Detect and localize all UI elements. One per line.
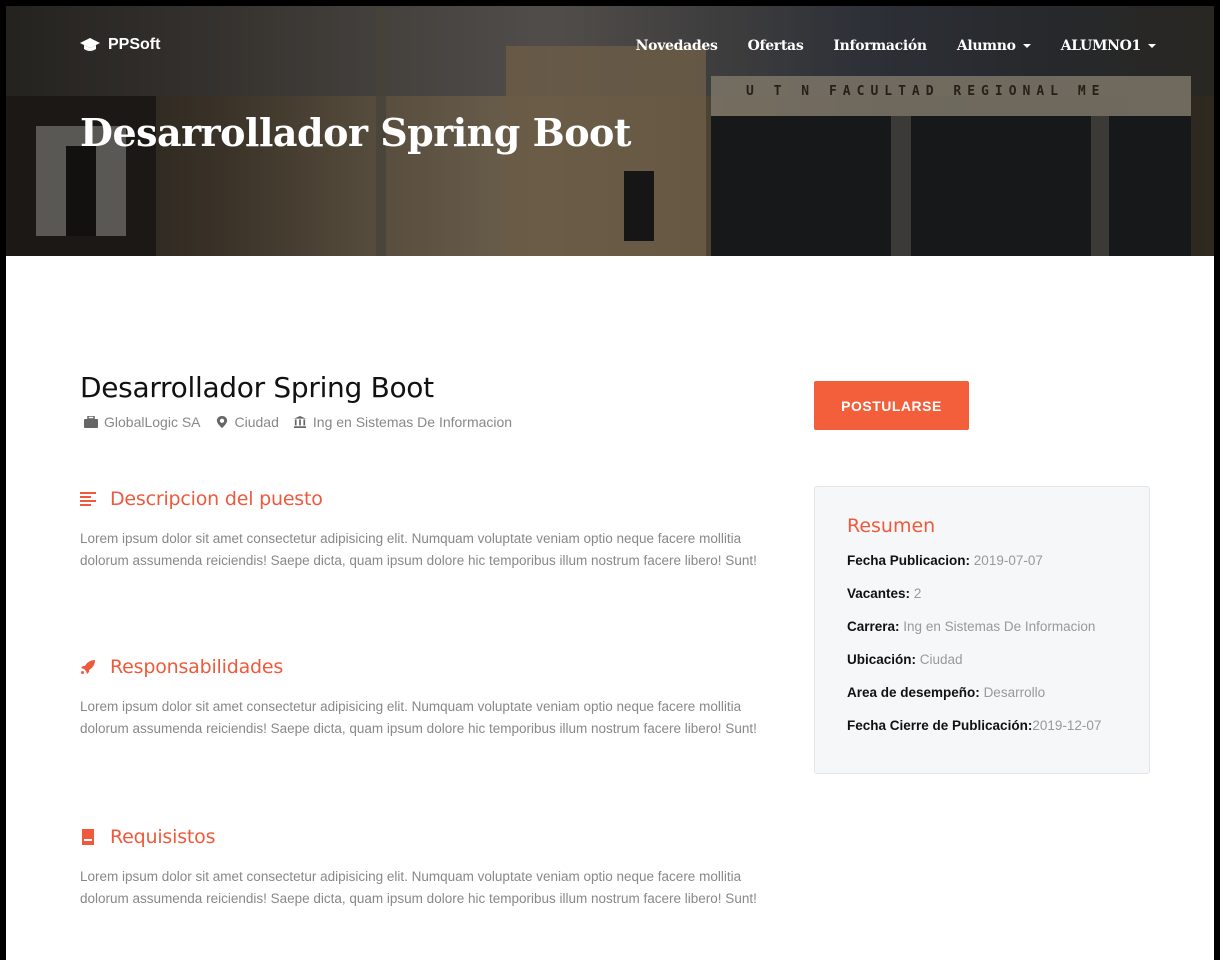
section-requisitos: Requisistos Lorem ipsum dolor sit amet c…	[80, 826, 780, 910]
navbar: PPSoft Novedades Ofertas Información Alu…	[6, 6, 1214, 66]
job-location: Ciudad	[215, 414, 279, 430]
summary-value: Desarrollo	[983, 685, 1046, 700]
summary-label: Vacantes:	[847, 586, 911, 601]
job-company: GlobalLogic SA	[84, 414, 201, 430]
summary-value: Ciudad	[919, 652, 963, 667]
section-text: Lorem ipsum dolor sit amet consectetur a…	[80, 699, 757, 736]
summary-carrera: Carrera: Ing en Sistemas De Informacion	[847, 617, 1149, 650]
summary-label: Fecha Cierre de Publicación:	[847, 718, 1033, 733]
summary-panel: Resumen Fecha Publicacion: 2019-07-07 Va…	[814, 486, 1150, 774]
brand-link[interactable]: PPSoft	[80, 36, 160, 54]
job-career: Ing en Sistemas De Informacion	[293, 414, 512, 430]
summary-label: Ubicación:	[847, 652, 917, 667]
nav-novedades[interactable]: Novedades	[636, 38, 718, 54]
nav-informacion[interactable]: Información	[833, 38, 927, 54]
section-title-text: Descripcion del puesto	[110, 488, 323, 510]
summary-value: 2	[913, 586, 922, 601]
job-career-label: Ing en Sistemas De Informacion	[312, 414, 513, 430]
summary-value: 2019-12-07	[1032, 718, 1102, 733]
nav-label: Novedades	[635, 38, 718, 54]
summary-fecha-cierre: Fecha Cierre de Publicación:2019-12-07	[847, 716, 1149, 749]
section-title: Requisistos	[80, 826, 780, 848]
main-nav: Novedades Ofertas Información Alumno ALU…	[636, 38, 1156, 54]
map-marker-icon	[216, 416, 227, 428]
summary-title: Resumen	[847, 515, 936, 537]
job-company-label: GlobalLogic SA	[104, 414, 201, 430]
nav-label: ALUMNO1	[1060, 38, 1142, 54]
main-content: Desarrollador Spring Boot GlobalLogic SA…	[6, 256, 1214, 966]
nav-user-dropdown[interactable]: ALUMNO1	[1061, 38, 1156, 54]
summary-value: Ing en Sistemas De Informacion	[903, 619, 1096, 634]
book-icon	[82, 829, 94, 845]
nav-label: Alumno	[956, 38, 1016, 54]
section-responsabilidades: Responsabilidades Lorem ipsum dolor sit …	[80, 656, 780, 740]
section-text: Lorem ipsum dolor sit amet consectetur a…	[80, 869, 757, 906]
graduation-cap-icon	[80, 38, 100, 51]
nav-label: Información	[833, 38, 927, 54]
apply-button[interactable]: POSTULARSE	[814, 381, 969, 430]
rocket-icon	[81, 660, 95, 674]
section-title: Responsabilidades	[80, 656, 780, 678]
caret-down-icon	[1022, 44, 1031, 48]
nav-alumno-dropdown[interactable]: Alumno	[957, 38, 1031, 54]
nav-ofertas[interactable]: Ofertas	[748, 38, 804, 54]
summary-value: 2019-07-07	[973, 553, 1043, 568]
hero-title: Desarrollador Spring Boot	[80, 110, 631, 155]
align-left-icon	[80, 492, 96, 506]
job-meta: GlobalLogic SA Ciudad Ing en Sistemas De…	[84, 414, 512, 430]
section-descripcion: Descripcion del puesto Lorem ipsum dolor…	[80, 488, 780, 572]
institution-icon	[293, 416, 306, 428]
briefcase-icon	[84, 416, 98, 428]
brand-name: PPSoft	[108, 36, 161, 53]
summary-fecha-publicacion: Fecha Publicacion: 2019-07-07	[847, 551, 1149, 584]
summary-label: Carrera:	[847, 619, 900, 634]
section-title: Descripcion del puesto	[80, 488, 780, 510]
summary-ubicacion: Ubicación: Ciudad	[847, 650, 1149, 683]
section-text: Lorem ipsum dolor sit amet consectetur a…	[80, 531, 757, 568]
summary-label: Fecha Publicacion:	[847, 553, 971, 568]
summary-vacantes: Vacantes: 2	[847, 584, 1149, 617]
summary-area: Area de desempeño: Desarrollo	[847, 683, 1149, 716]
nav-label: Ofertas	[747, 38, 804, 54]
job-title: Desarrollador Spring Boot	[80, 371, 434, 404]
summary-label: Area de desempeño:	[847, 685, 980, 700]
job-location-label: Ciudad	[234, 414, 279, 430]
section-title-text: Responsabilidades	[110, 656, 284, 678]
caret-down-icon	[1148, 44, 1156, 48]
hero-banner: U T N FACULTAD REGIONAL ME PPSoft Noveda…	[6, 6, 1214, 256]
section-title-text: Requisistos	[110, 826, 216, 848]
